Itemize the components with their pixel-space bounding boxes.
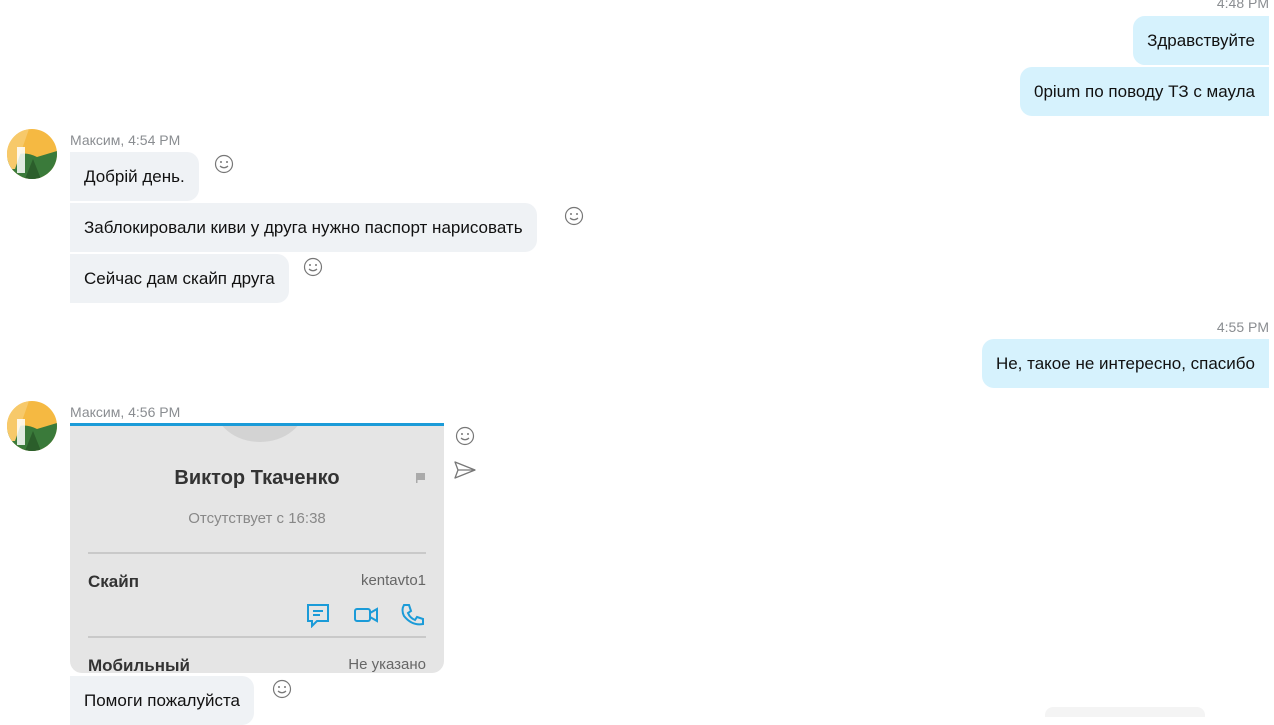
composer-edge (1045, 707, 1205, 717)
message-timestamp: 4:48 PM (1216, 0, 1269, 11)
avatar[interactable] (7, 401, 57, 451)
contact-avatar-placeholder (214, 426, 306, 442)
send-icon[interactable] (454, 460, 476, 480)
incoming-message[interactable]: Сейчас дам скайп друга (70, 254, 289, 303)
phone-icon (401, 604, 424, 626)
outgoing-message[interactable]: Здравствуйте (1133, 16, 1269, 65)
contact-status: Отсутствует с 16:38 (188, 510, 326, 527)
smiley-icon[interactable] (303, 257, 323, 277)
mobile-label: Мобильный (88, 656, 190, 673)
chat-icon (307, 604, 329, 628)
skype-label: Скайп (88, 572, 139, 591)
skype-value: kentavto1 (360, 572, 426, 589)
smiley-icon[interactable] (564, 206, 584, 226)
sender-header: Максим, 4:54 PM (70, 132, 181, 148)
smiley-icon[interactable] (272, 679, 292, 699)
contact-name: Виктор Ткаченко (174, 467, 340, 489)
message-timestamp: 4:55 PM (1216, 319, 1269, 335)
video-camera-icon (354, 607, 378, 623)
incoming-message[interactable]: Заблокировали киви у друга нужно паспорт… (70, 203, 537, 252)
incoming-message[interactable]: Добрій день. (70, 152, 199, 201)
smiley-icon[interactable] (455, 426, 475, 446)
mobile-value: Не указано (348, 656, 426, 673)
avatar[interactable] (7, 129, 57, 179)
incoming-message[interactable]: Помоги пожалуйста (70, 676, 254, 725)
divider (88, 552, 426, 554)
divider (88, 636, 426, 638)
outgoing-message[interactable]: 0pium по поводу ТЗ с маула (1020, 67, 1269, 116)
flag-icon (416, 473, 425, 483)
smiley-icon[interactable] (214, 154, 234, 174)
sender-header: Максим, 4:56 PM (70, 404, 181, 420)
outgoing-message[interactable]: Не, такое не интересно, спасибо (981, 339, 1269, 388)
shared-image[interactable]: Виктор Ткаченко Отсутствует с 16:38 Скай… (70, 423, 444, 673)
